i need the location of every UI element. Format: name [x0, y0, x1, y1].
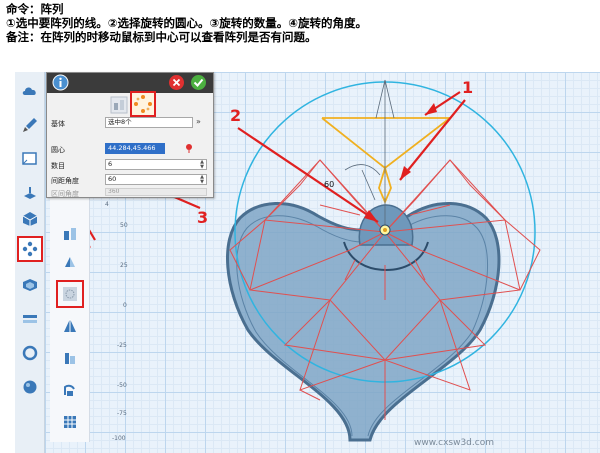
dialog-header — [47, 73, 213, 93]
brush-icon[interactable] — [19, 114, 41, 136]
plane-icon[interactable] — [19, 308, 41, 330]
count-value: 6 — [108, 160, 113, 168]
center-marker-inner — [383, 228, 387, 232]
linear-array-icon[interactable] — [58, 222, 82, 246]
sub-toolbar — [50, 192, 90, 442]
array-icon[interactable] — [17, 236, 43, 262]
count-field[interactable]: 6 ▲ ▼ — [105, 159, 207, 170]
center-label: 圆心 — [51, 146, 65, 154]
base-field[interactable]: 选中8个 — [105, 117, 193, 128]
callout-2: 2 — [230, 106, 242, 125]
angle-dimension-label: 60 — [324, 180, 335, 189]
cloud-icon[interactable] — [19, 80, 41, 102]
base-label: 基体 — [51, 120, 65, 128]
sketch-icon[interactable] — [19, 148, 41, 170]
selected-lines — [321, 117, 451, 205]
spinner-icon[interactable]: ▲ ▼ — [200, 175, 204, 184]
shell-icon[interactable] — [19, 274, 41, 296]
sphere-icon[interactable] — [19, 376, 41, 398]
circular-array-icon[interactable] — [56, 280, 84, 308]
info-icon[interactable] — [52, 74, 69, 91]
screenshot-root: 命令：阵列 ①选中要阵列的线。②选择旋转的圆心。③旋转的数量。④旋转的角度。 备… — [0, 0, 600, 453]
array-dialog: 基体 选中8个 » 圆心 44.284,45.466 数目 6 ▲ ▼ 间距角度 … — [46, 72, 214, 198]
range-label: 区间角度 — [51, 190, 79, 198]
count-label: 数目 — [51, 162, 65, 170]
ring-icon[interactable] — [19, 342, 41, 364]
callout-3: 3 — [197, 208, 209, 227]
pattern-icon[interactable] — [58, 410, 82, 434]
angle-value: 60 — [108, 175, 117, 183]
circular-mode-icon[interactable] — [130, 91, 156, 117]
close-icon[interactable] — [168, 74, 185, 91]
range-field: 360 — [105, 188, 207, 196]
mirror-icon[interactable] — [58, 250, 82, 274]
callout-1: 1 — [462, 78, 474, 97]
rotate-icon[interactable] — [58, 378, 82, 402]
linear-mode-icon[interactable] — [109, 95, 129, 115]
extrude-icon[interactable] — [58, 346, 82, 370]
cube-icon[interactable] — [19, 208, 41, 230]
chevron-down-icon[interactable]: » — [196, 117, 201, 126]
extrude-tool-icon[interactable] — [19, 182, 41, 204]
pick-point-icon[interactable] — [184, 143, 194, 153]
confirm-icon[interactable] — [190, 74, 207, 91]
model-viewport — [59, 79, 541, 442]
watermark-text: www.cxsw3d.com — [414, 438, 494, 448]
left-toolbar — [15, 72, 45, 453]
center-field[interactable]: 44.284,45.466 — [105, 143, 165, 154]
angle-label: 间距角度 — [51, 177, 79, 185]
spinner-icon[interactable]: ▲ ▼ — [200, 160, 204, 169]
triangle-icon[interactable] — [58, 314, 82, 338]
angle-field[interactable]: 60 ▲ ▼ — [105, 174, 207, 185]
